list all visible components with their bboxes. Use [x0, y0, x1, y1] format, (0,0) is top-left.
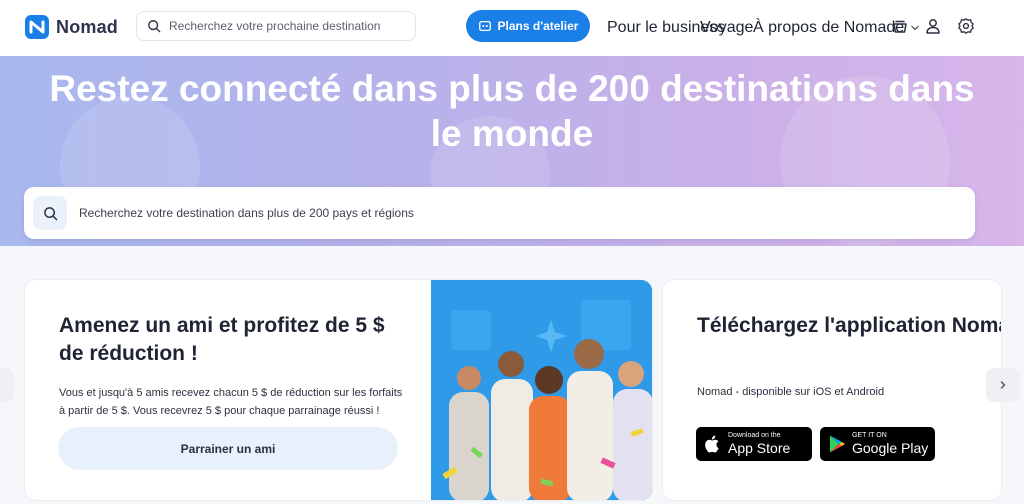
app-store-text: Download on the App Store: [728, 432, 790, 456]
nav-about-label: À propos de Nomade: [753, 19, 905, 36]
google-play-text: GET IT ON Google Play: [852, 432, 928, 456]
app-store-small-label: Download on the: [728, 432, 781, 439]
workshop-plans-button[interactable]: Plans d'atelier: [466, 10, 590, 42]
destination-search-bar[interactable]: [24, 187, 975, 239]
app-download-description: Nomad - disponible sur iOS et Android: [697, 386, 885, 398]
top-navigation-bar: Nomad Plans d'atelier Pour le business V…: [0, 0, 1024, 56]
google-play-small-label: GET IT ON: [852, 432, 887, 439]
nomad-logo[interactable]: Nomad: [24, 14, 118, 40]
referral-title: Amenez un ami et profitez de 5 $ de rédu…: [59, 314, 385, 365]
friends-illustration: [431, 280, 652, 500]
header-search-bar[interactable]: [136, 11, 416, 41]
hero-banner: Restez connecté dans plus de 200 destina…: [0, 56, 1024, 246]
search-button[interactable]: [33, 196, 67, 230]
carousel-next-button[interactable]: [986, 368, 1020, 402]
apple-icon: [705, 435, 719, 453]
referral-card: Amenez un ami et profitez de 5 $ de rédu…: [24, 279, 653, 501]
logo-text: Nomad: [56, 16, 119, 37]
search-icon: [43, 206, 57, 220]
google-play-label: Google Play: [852, 440, 929, 456]
chevron-right-icon: [1000, 381, 1006, 389]
destination-search-input[interactable]: [79, 206, 879, 220]
nomad-logo-icon: [25, 15, 49, 39]
carousel-prev-button[interactable]: [0, 368, 14, 402]
search-icon: [148, 20, 161, 33]
app-download-card: Téléchargez l'application Nomad Nomad - …: [662, 279, 1002, 501]
google-play-button[interactable]: GET IT ON Google Play: [820, 427, 935, 461]
workshop-icon: [478, 20, 491, 32]
cup-icon[interactable]: [891, 17, 909, 35]
hero-title: Restez connecté dans plus de 200 destina…: [49, 68, 975, 154]
friends-photo: [431, 280, 652, 500]
app-store-label: App Store: [728, 440, 791, 456]
refer-friend-button[interactable]: Parrainer un ami: [58, 427, 398, 470]
workshop-plans-label: Plans d'atelier: [497, 19, 579, 33]
nav-voyage-link[interactable]: Voyage: [700, 19, 753, 37]
header-search-input[interactable]: [169, 19, 409, 33]
google-play-icon: [830, 435, 845, 453]
user-icon[interactable]: [924, 17, 942, 35]
referral-description: Vous et jusqu'à 5 amis recevez chacun 5 …: [59, 387, 403, 417]
chevron-left-icon: [0, 380, 2, 390]
app-store-button[interactable]: Download on the App Store: [696, 427, 812, 461]
app-download-title: Téléchargez l'application Nomad: [697, 314, 1002, 337]
chevron-down-icon: [911, 25, 919, 31]
gear-icon[interactable]: [957, 17, 975, 35]
